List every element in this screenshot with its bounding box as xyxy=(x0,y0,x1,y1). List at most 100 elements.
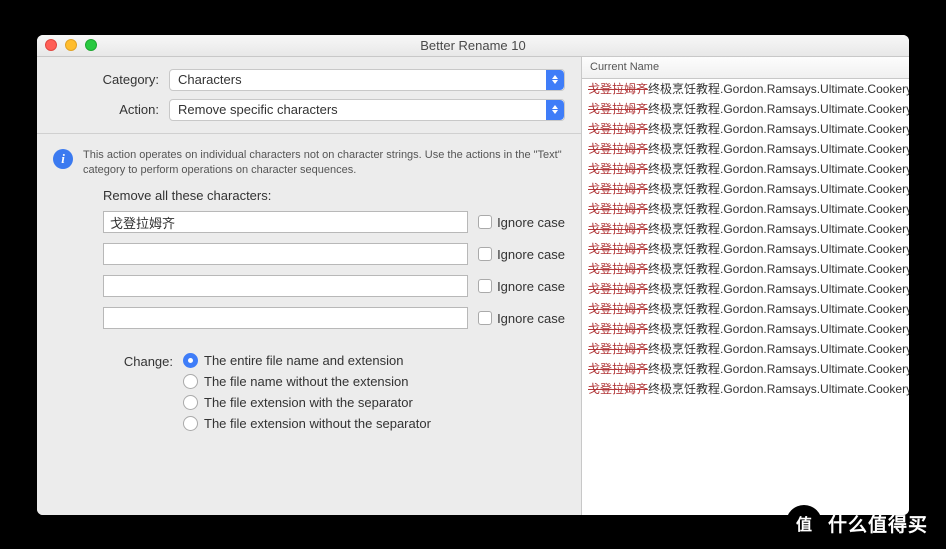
remaining-text: 终极烹饪教程.Gordon.Ramsays.Ultimate.Cookery. xyxy=(648,180,909,197)
ignore-case-checkbox[interactable] xyxy=(478,279,492,293)
removed-text: 戈登拉姆齐 xyxy=(588,300,648,317)
removed-text: 戈登拉姆齐 xyxy=(588,120,648,137)
remaining-text: 终极烹饪教程.Gordon.Ramsays.Ultimate.Cookery. xyxy=(648,260,909,277)
ignore-case-label: Ignore case xyxy=(497,311,565,326)
left-pane: Category: Characters Action: Remove spec… xyxy=(37,57,581,515)
remaining-text: 终极烹饪教程.Gordon.Ramsays.Ultimate.Cookery. xyxy=(648,300,909,317)
list-body[interactable]: 戈登拉姆齐终极烹饪教程.Gordon.Ramsays.Ultimate.Cook… xyxy=(582,79,909,515)
radio-label: The entire file name and extension xyxy=(204,353,403,368)
list-item[interactable]: 戈登拉姆齐终极烹饪教程.Gordon.Ramsays.Ultimate.Cook… xyxy=(582,219,909,239)
remaining-text: 终极烹饪教程.Gordon.Ramsays.Ultimate.Cookery. xyxy=(648,200,909,217)
remaining-text: 终极烹饪教程.Gordon.Ramsays.Ultimate.Cookery. xyxy=(648,360,909,377)
change-radio-group: The entire file name and extension The fi… xyxy=(183,353,431,431)
remaining-text: 终极烹饪教程.Gordon.Ramsays.Ultimate.Cookery. xyxy=(648,380,909,397)
ignore-case-checkbox[interactable] xyxy=(478,311,492,325)
ignore-case-label: Ignore case xyxy=(497,247,565,262)
remaining-text: 终极烹饪教程.Gordon.Ramsays.Ultimate.Cookery. xyxy=(648,160,909,177)
list-item[interactable]: 戈登拉姆齐终极烹饪教程.Gordon.Ramsays.Ultimate.Cook… xyxy=(582,319,909,339)
removed-text: 戈登拉姆齐 xyxy=(588,260,648,277)
radio-label: The file name without the extension xyxy=(204,374,409,389)
window-title: Better Rename 10 xyxy=(37,38,909,53)
change-option[interactable]: The file extension with the separator xyxy=(183,395,431,410)
content-area: Category: Characters Action: Remove spec… xyxy=(37,57,909,515)
remaining-text: 终极烹饪教程.Gordon.Ramsays.Ultimate.Cookery. xyxy=(648,280,909,297)
character-field-row: Ignore case xyxy=(103,211,565,233)
list-item[interactable]: 戈登拉姆齐终极烹饪教程.Gordon.Ramsays.Ultimate.Cook… xyxy=(582,79,909,99)
chevron-updown-icon xyxy=(546,100,564,120)
change-area: Change: The entire file name and extensi… xyxy=(37,349,581,441)
list-item[interactable]: 戈登拉姆齐终极烹饪教程.Gordon.Ramsays.Ultimate.Cook… xyxy=(582,159,909,179)
category-select[interactable]: Characters xyxy=(169,69,565,91)
category-value: Characters xyxy=(178,72,242,87)
remaining-text: 终极烹饪教程.Gordon.Ramsays.Ultimate.Cookery. xyxy=(648,240,909,257)
watermark-text: 什么值得买 xyxy=(828,510,928,537)
file-list-pane: Current Name 戈登拉姆齐终极烹饪教程.Gordon.Ramsays.… xyxy=(581,57,909,515)
list-item[interactable]: 戈登拉姆齐终极烹饪教程.Gordon.Ramsays.Ultimate.Cook… xyxy=(582,239,909,259)
change-option[interactable]: The file name without the extension xyxy=(183,374,431,389)
characters-input[interactable] xyxy=(103,307,468,329)
close-button[interactable] xyxy=(45,39,57,51)
fields-title: Remove all these characters: xyxy=(103,188,565,203)
radio-icon xyxy=(183,395,198,410)
remaining-text: 终极烹饪教程.Gordon.Ramsays.Ultimate.Cookery. xyxy=(648,80,909,97)
list-item[interactable]: 戈登拉姆齐终极烹饪教程.Gordon.Ramsays.Ultimate.Cook… xyxy=(582,339,909,359)
titlebar: Better Rename 10 xyxy=(37,35,909,57)
list-item[interactable]: 戈登拉姆齐终极烹饪教程.Gordon.Ramsays.Ultimate.Cook… xyxy=(582,179,909,199)
ignore-case-label: Ignore case xyxy=(497,279,565,294)
list-item[interactable]: 戈登拉姆齐终极烹饪教程.Gordon.Ramsays.Ultimate.Cook… xyxy=(582,99,909,119)
chevron-updown-icon xyxy=(546,70,564,90)
list-item[interactable]: 戈登拉姆齐终极烹饪教程.Gordon.Ramsays.Ultimate.Cook… xyxy=(582,379,909,399)
app-window: Better Rename 10 Category: Characters Ac… xyxy=(37,35,909,515)
watermark-icon: 值 xyxy=(786,505,822,541)
ignore-case-group: Ignore case xyxy=(478,215,565,230)
character-field-row: Ignore case xyxy=(103,307,565,329)
list-item[interactable]: 戈登拉姆齐终极烹饪教程.Gordon.Ramsays.Ultimate.Cook… xyxy=(582,259,909,279)
remaining-text: 终极烹饪教程.Gordon.Ramsays.Ultimate.Cookery. xyxy=(648,100,909,117)
removed-text: 戈登拉姆齐 xyxy=(588,180,648,197)
removed-text: 戈登拉姆齐 xyxy=(588,160,648,177)
dropdown-area: Category: Characters Action: Remove spec… xyxy=(37,57,581,134)
minimize-button[interactable] xyxy=(65,39,77,51)
character-field-row: Ignore case xyxy=(103,243,565,265)
info-icon: i xyxy=(53,149,73,169)
characters-input[interactable] xyxy=(103,275,468,297)
removed-text: 戈登拉姆齐 xyxy=(588,140,648,157)
ignore-case-checkbox[interactable] xyxy=(478,247,492,261)
radio-icon xyxy=(183,416,198,431)
ignore-case-checkbox[interactable] xyxy=(478,215,492,229)
action-select[interactable]: Remove specific characters xyxy=(169,99,565,121)
characters-input[interactable] xyxy=(103,243,468,265)
radio-icon xyxy=(183,374,198,389)
list-item[interactable]: 戈登拉姆齐终极烹饪教程.Gordon.Ramsays.Ultimate.Cook… xyxy=(582,359,909,379)
radio-label: The file extension without the separator xyxy=(204,416,431,431)
radio-icon xyxy=(183,353,198,368)
ignore-case-group: Ignore case xyxy=(478,279,565,294)
info-area: i This action operates on individual cha… xyxy=(37,134,581,185)
characters-input[interactable] xyxy=(103,211,468,233)
list-item[interactable]: 戈登拉姆齐终极烹饪教程.Gordon.Ramsays.Ultimate.Cook… xyxy=(582,119,909,139)
ignore-case-label: Ignore case xyxy=(497,215,565,230)
removed-text: 戈登拉姆齐 xyxy=(588,320,648,337)
list-item[interactable]: 戈登拉姆齐终极烹饪教程.Gordon.Ramsays.Ultimate.Cook… xyxy=(582,299,909,319)
change-option[interactable]: The file extension without the separator xyxy=(183,416,431,431)
list-item[interactable]: 戈登拉姆齐终极烹饪教程.Gordon.Ramsays.Ultimate.Cook… xyxy=(582,279,909,299)
remaining-text: 终极烹饪教程.Gordon.Ramsays.Ultimate.Cookery. xyxy=(648,140,909,157)
removed-text: 戈登拉姆齐 xyxy=(588,240,648,257)
removed-text: 戈登拉姆齐 xyxy=(588,100,648,117)
change-label: Change: xyxy=(53,353,173,431)
radio-label: The file extension with the separator xyxy=(204,395,413,410)
fields-area: Remove all these characters: Ignore case… xyxy=(37,184,581,349)
zoom-button[interactable] xyxy=(85,39,97,51)
removed-text: 戈登拉姆齐 xyxy=(588,380,648,397)
removed-text: 戈登拉姆齐 xyxy=(588,220,648,237)
column-title: Current Name xyxy=(590,61,659,73)
list-item[interactable]: 戈登拉姆齐终极烹饪教程.Gordon.Ramsays.Ultimate.Cook… xyxy=(582,199,909,219)
list-item[interactable]: 戈登拉姆齐终极烹饪教程.Gordon.Ramsays.Ultimate.Cook… xyxy=(582,139,909,159)
change-option[interactable]: The entire file name and extension xyxy=(183,353,431,368)
removed-text: 戈登拉姆齐 xyxy=(588,200,648,217)
ignore-case-group: Ignore case xyxy=(478,311,565,326)
watermark: 值 什么值得买 xyxy=(786,505,928,541)
removed-text: 戈登拉姆齐 xyxy=(588,340,648,357)
category-label: Category: xyxy=(53,72,169,87)
list-column-header[interactable]: Current Name xyxy=(582,57,909,79)
